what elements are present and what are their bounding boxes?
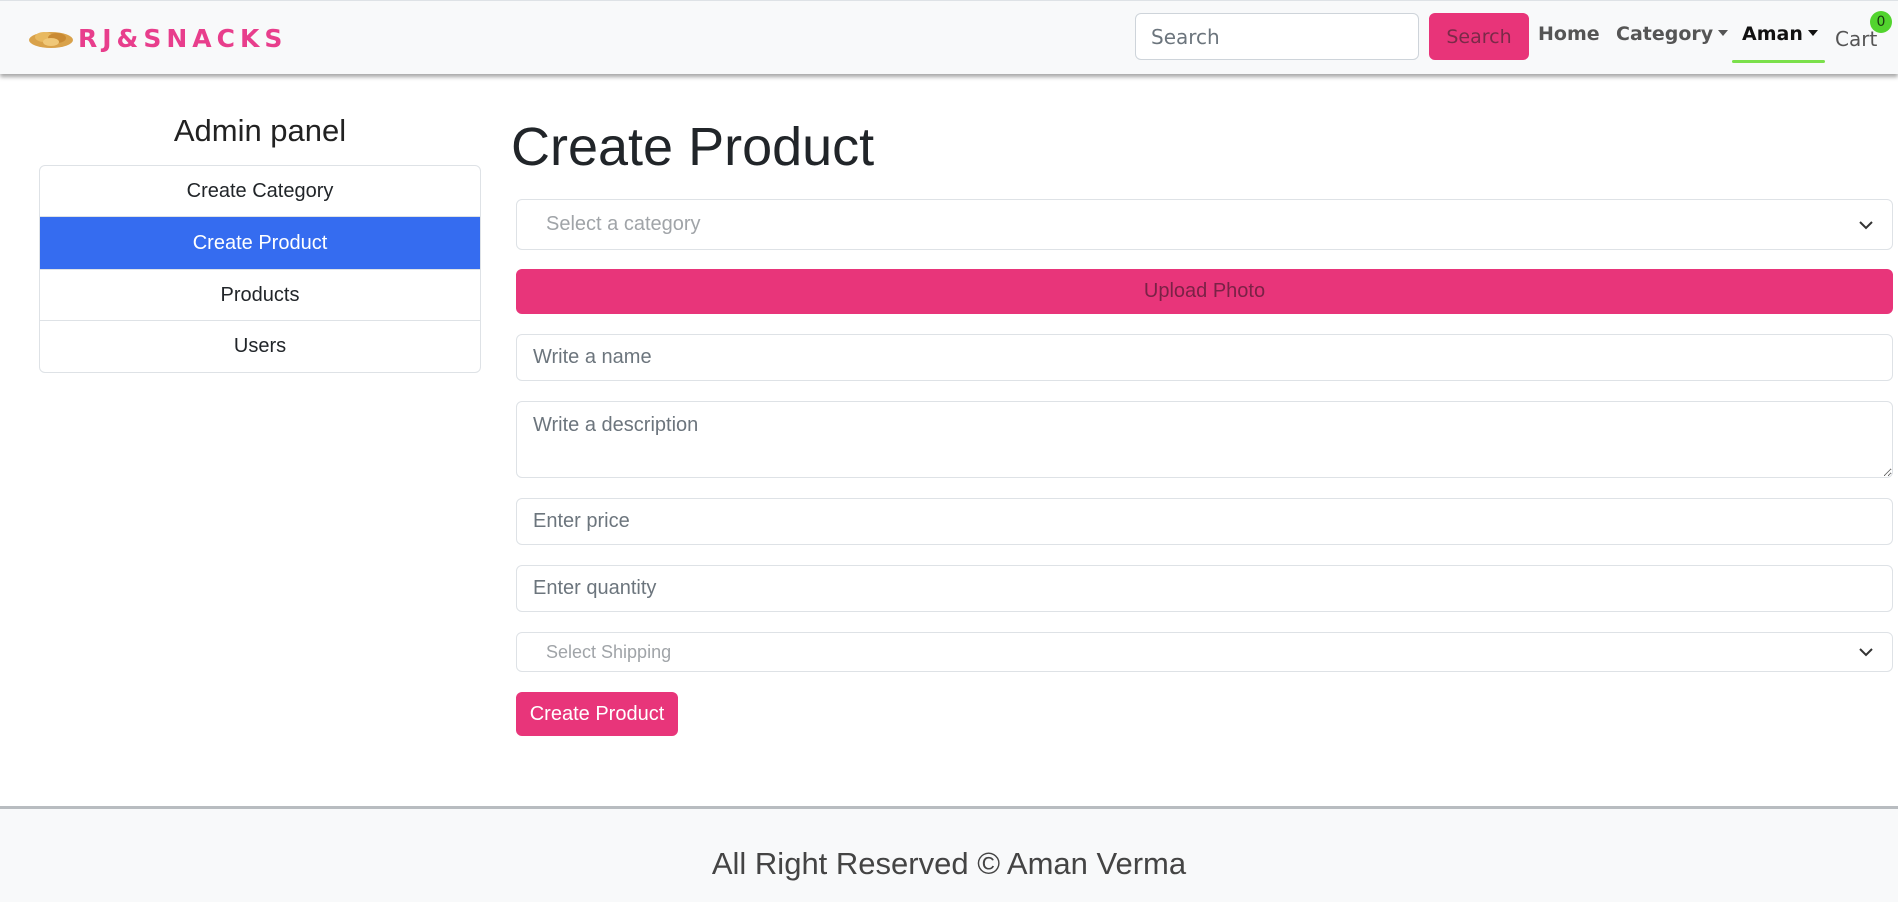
nav-category-label: Category [1616,23,1714,45]
sidebar-item-products[interactable]: Products [40,270,480,321]
chevron-down-icon [1859,220,1873,229]
product-price-input[interactable] [516,498,1893,545]
sidebar-item-create-category[interactable]: Create Category [40,166,480,217]
search-input[interactable] [1135,13,1419,60]
sidebar-item-users[interactable]: Users [40,321,480,372]
product-name-input[interactable] [516,334,1893,381]
snack-logo-icon [29,32,73,48]
caret-down-icon [1807,30,1818,36]
chevron-down-icon [1859,648,1873,657]
product-description-textarea[interactable] [516,401,1893,478]
product-quantity-input[interactable] [516,565,1893,612]
shipping-select-placeholder: Select Shipping [546,641,672,662]
create-product-button[interactable]: Create Product [516,692,678,736]
cart-count-badge: 0 [1870,11,1892,33]
footer-copyright: All Right Reserved © Aman Verma [711,846,1187,881]
category-select-placeholder: Select a category [546,213,701,235]
page-title: Create Product [511,117,875,177]
shipping-select[interactable]: Select Shipping [516,632,1893,672]
upload-photo-button[interactable]: Upload Photo [516,269,1893,314]
sidebar-item-create-product[interactable]: Create Product [40,217,480,270]
brand-name: RJ&SNACKS [78,23,288,53]
admin-menu: Create Category Create Product Products … [39,165,481,373]
nav-home-link[interactable]: Home [1538,23,1600,45]
caret-down-icon [1718,30,1729,36]
nav-cart-link[interactable]: Cart [1835,27,1877,51]
search-button[interactable]: Search [1429,13,1529,60]
nav-category-dropdown[interactable]: Category [1616,23,1729,45]
nav-user-label: Aman [1742,23,1803,45]
category-select[interactable]: Select a category [516,199,1893,250]
admin-panel-title: Admin panel [173,113,347,148]
footer: All Right Reserved © Aman Verma [0,806,1898,902]
navbar: RJ&SNACKS Search Home Category Aman Cart… [0,0,1898,74]
active-nav-underline [1732,60,1825,63]
nav-user-dropdown[interactable]: Aman [1742,23,1818,45]
brand[interactable]: RJ&SNACKS [26,21,287,55]
